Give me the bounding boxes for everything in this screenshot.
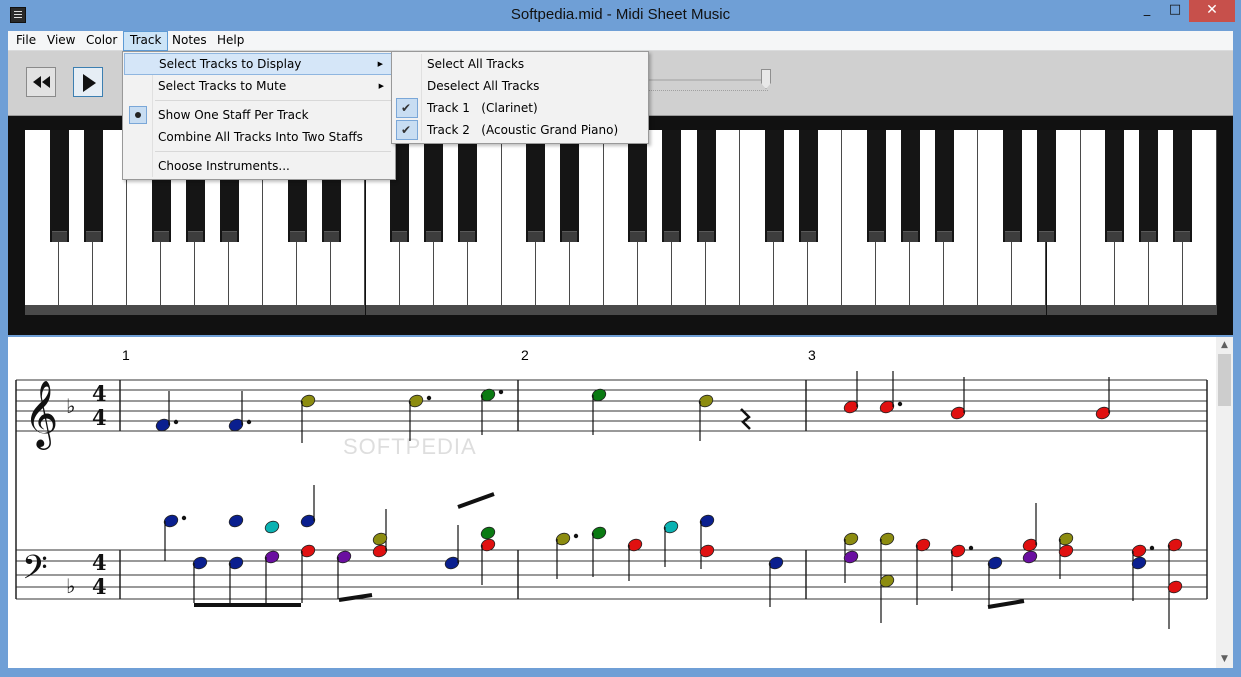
title-bar: Softpedia.mid - Midi Sheet Music _ □ ✕ <box>0 0 1241 31</box>
window-title: Softpedia.mid - Midi Sheet Music <box>510 6 731 23</box>
treble-clef: 𝄞 <box>24 379 58 450</box>
piano-black-key <box>1105 130 1125 242</box>
scroll-thumb[interactable] <box>1218 354 1231 406</box>
deselect-all-label: Deselect All Tracks <box>427 79 540 93</box>
notes-layer <box>155 371 1183 629</box>
key-signature: ♭♭ <box>66 394 75 598</box>
speed-slider-track[interactable] <box>648 79 768 81</box>
play-icon <box>83 74 96 92</box>
note-dot <box>246 419 252 425</box>
rewind-icon <box>33 76 50 88</box>
menu-track-1[interactable]: ✔ Track 1 (Clarinet) <box>393 97 647 119</box>
checkmark-icon: ✔ <box>396 98 418 118</box>
piano-black-key <box>526 130 546 242</box>
note-dot <box>897 401 903 407</box>
menu-combine-tracks-label: Combine All Tracks Into Two Staffs <box>158 130 363 144</box>
maximize-button[interactable]: □ <box>1161 0 1189 22</box>
display-tracks-submenu: Select All Tracks Deselect All Tracks ✔ … <box>391 51 649 144</box>
menu-show-one-staff[interactable]: Show One Staff Per Track <box>124 104 394 126</box>
menu-select-tracks-mute[interactable]: Select Tracks to Mute ▶ <box>124 75 394 97</box>
piano-black-key <box>458 130 478 242</box>
slider-ticks <box>648 90 768 93</box>
track-menu-dropdown: Select Tracks to Display ▶ Select Tracks… <box>122 51 396 180</box>
note-head <box>264 520 280 534</box>
menu-choose-instruments[interactable]: Choose Instruments... <box>124 155 394 177</box>
menu-track-2[interactable]: ✔ Track 2 (Acoustic Grand Piano) <box>393 119 647 141</box>
svg-text:4: 4 <box>92 405 107 430</box>
menu-choose-instruments-label: Choose Instruments... <box>158 159 290 173</box>
svg-text:♭: ♭ <box>66 574 75 598</box>
play-button[interactable] <box>73 67 103 97</box>
sheet-music-area: SOFTPEDIA 1 2 3 𝄞 𝄢 ♭ ♭ 4 4 4 4 ▲ ▼ <box>8 337 1233 668</box>
piano-black-key <box>49 130 69 242</box>
piano-black-key <box>1002 130 1022 242</box>
menu-view[interactable]: View <box>41 31 81 51</box>
menu-select-tracks-mute-label: Select Tracks to Mute <box>158 79 287 93</box>
piano-black-key <box>764 130 784 242</box>
menu-track[interactable]: Track <box>123 31 169 51</box>
svg-text:4: 4 <box>92 574 107 599</box>
piano-black-key <box>798 130 818 242</box>
menu-select-all-tracks[interactable]: Select All Tracks <box>393 53 647 75</box>
speed-slider-thumb[interactable] <box>761 69 771 89</box>
menu-color[interactable]: Color <box>80 31 123 51</box>
time-signature: 44 44 <box>92 381 107 599</box>
piano-black-key <box>560 130 580 242</box>
bass-clef: 𝄢 <box>22 549 48 595</box>
piano-black-key <box>1037 130 1056 242</box>
menu-combine-tracks[interactable]: Combine All Tracks Into Two Staffs <box>124 126 394 148</box>
menu-help[interactable]: Help <box>211 31 250 51</box>
svg-text:♭: ♭ <box>66 394 75 418</box>
checkmark-icon: ✔ <box>396 120 418 140</box>
piano-black-key <box>83 130 103 242</box>
track-1-label: Track 1 (Clarinet) <box>427 101 538 115</box>
note-dot <box>498 389 504 395</box>
scroll-up-button[interactable]: ▲ <box>1216 337 1233 354</box>
treble-staff <box>16 379 1207 432</box>
svg-text:4: 4 <box>92 550 107 575</box>
close-button[interactable]: ✕ <box>1189 0 1235 22</box>
piano-black-key <box>424 130 444 242</box>
piano-black-key <box>900 130 920 242</box>
note-dot <box>968 545 974 551</box>
menu-select-tracks-display[interactable]: Select Tracks to Display ▶ <box>124 53 394 75</box>
note-dot <box>181 515 187 521</box>
note-head <box>228 514 244 528</box>
rewind-button[interactable] <box>26 67 56 97</box>
svg-text:𝄞: 𝄞 <box>24 379 58 450</box>
svg-text:𝄢: 𝄢 <box>22 549 48 595</box>
submenu-arrow-icon: ▶ <box>378 82 384 90</box>
submenu-arrow-icon: ▶ <box>377 60 383 68</box>
note-head <box>1022 550 1038 564</box>
note-dot <box>426 395 432 401</box>
piano-black-key <box>1139 130 1159 242</box>
note-head <box>480 526 496 540</box>
menu-separator <box>155 151 391 152</box>
menu-file[interactable]: File <box>10 31 42 51</box>
vertical-scrollbar[interactable]: ▲ ▼ <box>1216 337 1233 668</box>
piano-black-key <box>628 130 648 242</box>
menu-notes[interactable]: Notes <box>166 31 213 51</box>
note-dot <box>173 419 179 425</box>
piano-black-key <box>866 130 886 242</box>
piano-black-key <box>696 130 716 242</box>
radio-bullet-icon <box>129 106 147 124</box>
menu-deselect-all-tracks[interactable]: Deselect All Tracks <box>393 75 647 97</box>
note-dot <box>573 533 579 539</box>
svg-text:4: 4 <box>92 381 107 406</box>
piano-black-key <box>1173 130 1193 242</box>
quarter-rest <box>740 408 751 430</box>
score-canvas: 𝄞 𝄢 ♭♭ 44 44 <box>15 371 1208 629</box>
select-all-label: Select All Tracks <box>427 57 525 71</box>
menu-separator <box>155 100 391 101</box>
minimize-button[interactable]: _ <box>1133 0 1161 22</box>
menu-bar: File View Color Track Notes Help <box>8 31 1233 51</box>
track-2-label: Track 2 (Acoustic Grand Piano) <box>427 123 619 137</box>
menu-show-one-staff-label: Show One Staff Per Track <box>158 108 309 122</box>
piano-black-key <box>934 130 954 242</box>
note-dot <box>1149 545 1155 551</box>
menu-select-tracks-display-label: Select Tracks to Display <box>159 57 302 71</box>
scroll-down-button[interactable]: ▼ <box>1216 651 1233 668</box>
piano-black-key <box>662 130 682 242</box>
